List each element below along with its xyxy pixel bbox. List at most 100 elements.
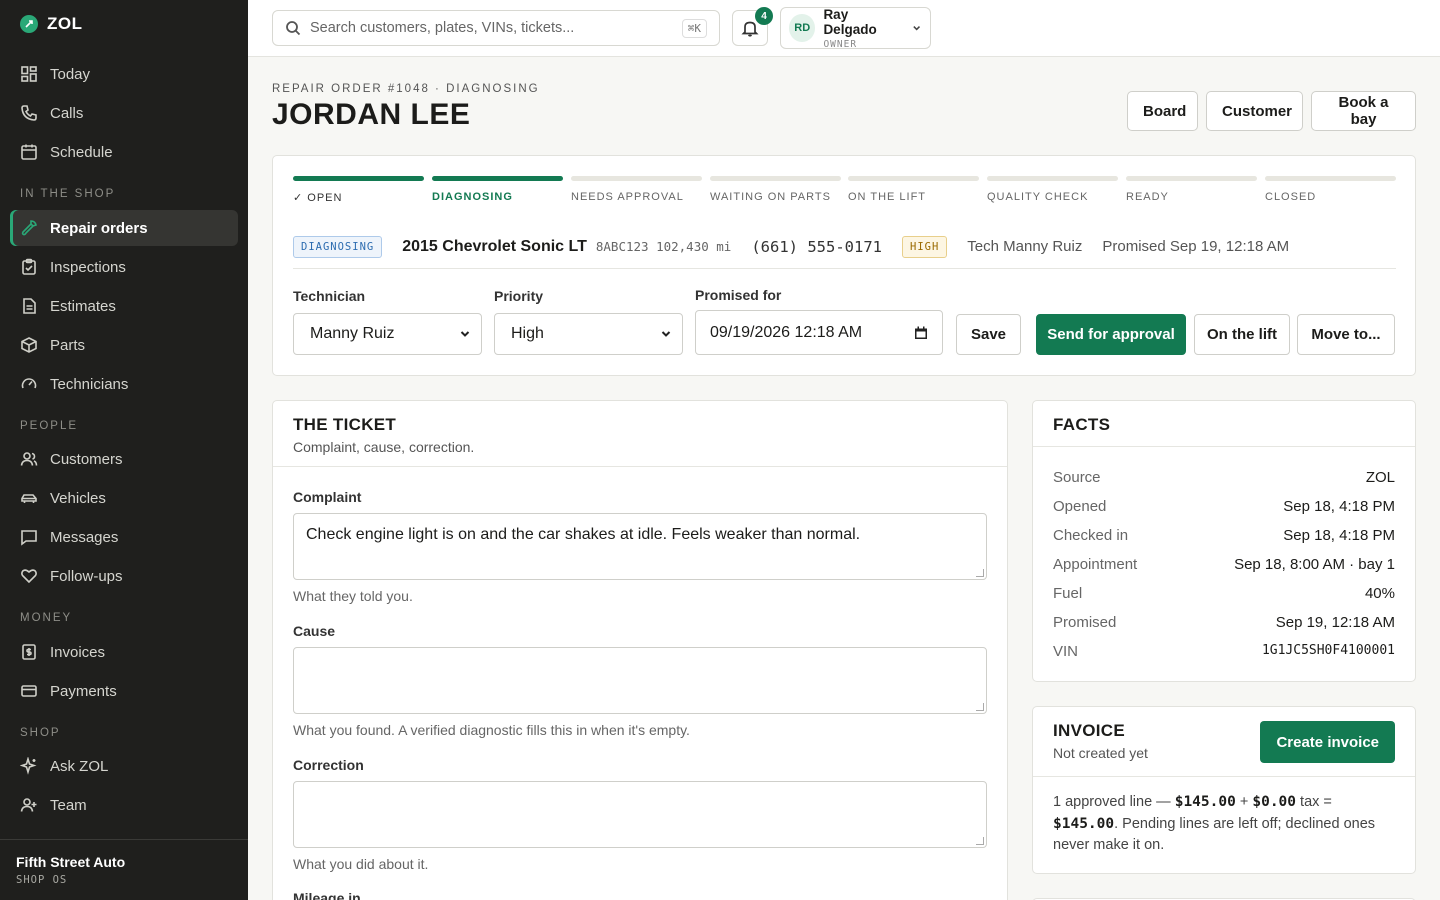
save-button[interactable]: Save: [956, 314, 1021, 355]
step-label: ON THE LIFT: [848, 191, 927, 203]
customer-phone[interactable]: (661) 555-0171: [751, 238, 882, 256]
sidebar-item-label: Parts: [50, 336, 86, 354]
fact-row: VIN 1G1JC5SH0F4100001: [1053, 643, 1395, 660]
correction-textarea[interactable]: [293, 781, 987, 848]
grid-icon: [21, 66, 37, 82]
on-the-lift-button[interactable]: On the lift: [1194, 314, 1290, 355]
fact-value: Sep 18, 8:00 AM · bay 1: [1234, 556, 1395, 573]
search-input[interactable]: [310, 20, 673, 36]
invoice-subtotal: $145.00: [1174, 794, 1236, 810]
resize-handle[interactable]: [976, 837, 984, 845]
step-ready[interactable]: READY: [1126, 176, 1257, 203]
search-box[interactable]: ⌘K: [272, 10, 720, 46]
step-label: READY: [1126, 191, 1169, 203]
shop-switcher[interactable]: Fifth Street Auto SHOP OS: [0, 839, 248, 900]
chevron-down-icon: [912, 26, 920, 31]
step-quality-check[interactable]: QUALITY CHECK: [987, 176, 1118, 203]
shortcut-hint: ⌘K: [681, 18, 707, 38]
search-icon: [286, 21, 301, 36]
user-menu[interactable]: RD Ray Delgado OWNER: [780, 7, 931, 50]
ticket-card: THE TICKET Complaint, cause, correction.…: [272, 400, 1008, 900]
sidebar-item-technicians[interactable]: Technicians: [10, 366, 238, 402]
brand[interactable]: ZOL: [20, 14, 83, 34]
sidebar-item-label: Inspections: [50, 258, 126, 276]
fact-key: VIN: [1053, 643, 1079, 660]
step-label: CLOSED: [1265, 191, 1317, 203]
sidebar-item-label: Ask ZOL: [50, 757, 109, 775]
sidebar-item-label: Schedule: [50, 143, 113, 161]
resize-handle[interactable]: [976, 569, 984, 577]
brand-name: ZOL: [47, 14, 83, 33]
step-diagnosing[interactable]: DIAGNOSING: [432, 176, 563, 203]
sidebar-item-messages[interactable]: Messages: [10, 519, 238, 555]
fact-value: ZOL: [1365, 469, 1395, 486]
customer-button[interactable]: Customer: [1206, 91, 1303, 131]
notifications-button[interactable]: 4: [732, 7, 773, 46]
sidebar-item-today[interactable]: Today: [10, 56, 238, 92]
sidebar-item-repair-orders[interactable]: Repair orders: [10, 210, 238, 246]
invoice-card: INVOICE Not created yet Create invoice 1…: [1032, 706, 1416, 874]
priority-value: High: [511, 325, 544, 342]
step-open[interactable]: ✓ OPEN: [293, 176, 424, 204]
send-for-approval-button[interactable]: Send for approval: [1036, 314, 1186, 355]
priority-label: Priority: [494, 288, 544, 304]
clipboard-icon: [22, 258, 36, 275]
sidebar-item-payments[interactable]: Payments: [10, 673, 238, 709]
vehicle-name[interactable]: 2015 Chevrolet Sonic LT: [402, 238, 587, 256]
sidebar: ZOL Today Calls Schedule IN THE SHOP Rep…: [0, 0, 248, 900]
step-waiting-on-parts[interactable]: WAITING ON PARTS: [710, 176, 841, 203]
step-needs-approval[interactable]: NEEDS APPROVAL: [571, 176, 702, 203]
calendar-icon: [21, 144, 37, 160]
chevron-down-icon: [661, 331, 671, 337]
phone-icon: [21, 105, 37, 121]
cause-textarea[interactable]: [293, 647, 987, 714]
sidebar-item-label: Estimates: [50, 297, 116, 315]
fact-row: Fuel 40%: [1053, 585, 1395, 602]
board-button[interactable]: Board: [1127, 91, 1198, 131]
box-icon: [21, 337, 37, 353]
sidebar-item-invoices[interactable]: Invoices: [10, 634, 238, 670]
sidebar-item-ask-zol[interactable]: Ask ZOL: [10, 748, 238, 784]
sidebar-item-label: Invoices: [50, 643, 106, 661]
sidebar-section-title: SHOP: [20, 727, 61, 739]
sidebar-item-estimates[interactable]: Estimates: [10, 288, 238, 324]
resize-handle[interactable]: [976, 703, 984, 711]
topbar: ⌘K 4 RD Ray Delgado OWNER: [248, 0, 1440, 57]
fact-key: Source: [1053, 469, 1101, 486]
invoice-tax-word: tax =: [1300, 794, 1332, 810]
ticket-title: THE TICKET: [293, 415, 397, 434]
create-invoice-button[interactable]: Create invoice: [1260, 721, 1395, 763]
sidebar-item-customers[interactable]: Customers: [10, 441, 238, 477]
priority-select[interactable]: High: [494, 313, 683, 355]
move-to-button[interactable]: Move to...: [1297, 314, 1395, 355]
sidebar-item-team[interactable]: Team: [10, 787, 238, 823]
cause-help: What you found. A verified diagnostic fi…: [293, 722, 690, 738]
document-icon: [23, 298, 36, 314]
shop-subtitle: SHOP OS: [16, 874, 68, 886]
status-card: ✓ OPEN DIAGNOSING NEEDS APPROVAL WAITING…: [272, 155, 1416, 376]
complaint-textarea[interactable]: Check engine light is on and the car sha…: [293, 513, 987, 580]
promised-date-input[interactable]: 09/19/2026 12:18 AM: [695, 310, 943, 355]
step-closed[interactable]: CLOSED: [1265, 176, 1396, 203]
sidebar-item-vehicles[interactable]: Vehicles: [10, 480, 238, 516]
calendar-icon[interactable]: [914, 326, 928, 340]
sidebar-item-calls[interactable]: Calls: [10, 95, 238, 131]
step-on-the-lift[interactable]: ON THE LIFT: [848, 176, 979, 203]
sidebar-section-title: IN THE SHOP: [20, 188, 116, 200]
sidebar-item-follow-ups[interactable]: Follow-ups: [10, 558, 238, 594]
wrench-icon: [21, 220, 37, 236]
complaint-label: Complaint: [293, 489, 362, 505]
technician-select[interactable]: Manny Ruiz: [293, 313, 482, 355]
sidebar-item-inspections[interactable]: Inspections: [10, 249, 238, 285]
technician-label: Technician: [293, 288, 366, 304]
priority-badge: HIGH: [902, 235, 948, 258]
sidebar-item-schedule[interactable]: Schedule: [10, 134, 238, 170]
book-bay-button[interactable]: Book a bay: [1311, 91, 1416, 131]
step-label: NEEDS APPROVAL: [571, 191, 684, 203]
status-badge: DIAGNOSING: [293, 235, 383, 258]
sidebar-item-label: Vehicles: [50, 489, 106, 507]
fact-key: Promised: [1053, 614, 1117, 631]
invoice-tax: $0.00: [1252, 794, 1297, 810]
sidebar-item-label: Today: [50, 65, 91, 83]
sidebar-item-parts[interactable]: Parts: [10, 327, 238, 363]
